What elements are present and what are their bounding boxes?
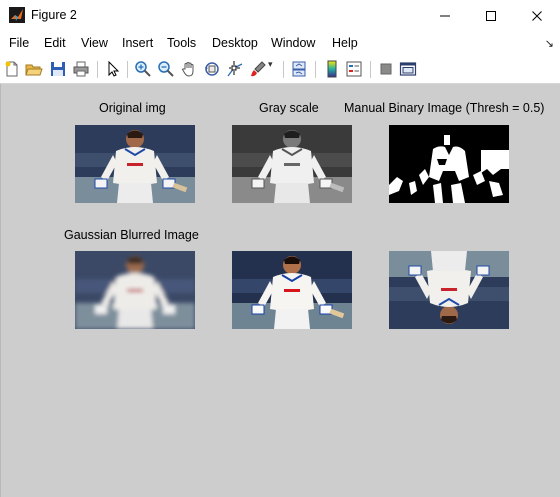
menu-bar: File Edit View Insert Tools Desktop Wind…: [0, 31, 560, 57]
new-figure-icon[interactable]: [3, 60, 21, 78]
figure-canvas: Original img Gray scale Manual Binary Im…: [0, 84, 560, 497]
data-cursor-icon[interactable]: [226, 60, 244, 78]
minimize-button[interactable]: [422, 0, 468, 31]
insert-legend-icon[interactable]: [345, 60, 363, 78]
menu-desktop[interactable]: Desktop: [212, 36, 258, 50]
toolbar-separator: [315, 61, 316, 78]
subplot-title-binary: Manual Binary Image (Thresh = 0.5): [344, 101, 545, 115]
hide-plot-tools-icon[interactable]: [377, 60, 395, 78]
rotate-3d-icon[interactable]: [203, 60, 221, 78]
open-file-icon[interactable]: [25, 60, 43, 78]
save-icon[interactable]: [49, 60, 67, 78]
close-icon: [532, 10, 542, 21]
binary-image: [389, 125, 509, 203]
subplot-title-blurred: Gaussian Blurred Image: [64, 228, 199, 242]
sharpened-image: [232, 251, 352, 329]
menu-window[interactable]: Window: [271, 36, 315, 50]
blurred-image: [75, 251, 195, 329]
window-title: Figure 2: [31, 8, 77, 22]
menu-view[interactable]: View: [81, 36, 108, 50]
brush-icon[interactable]: [249, 60, 267, 78]
zoom-out-icon[interactable]: [157, 60, 175, 78]
toolbar-separator: [127, 61, 128, 78]
minimize-icon: [440, 15, 450, 16]
maximize-icon: [486, 10, 496, 21]
insert-colorbar-icon[interactable]: [323, 60, 341, 78]
toolbar-separator: [283, 61, 284, 78]
dock-arrow-icon[interactable]: ↘: [545, 37, 554, 50]
figure-toolbar: ▾: [0, 57, 560, 84]
grayscale-image: [232, 125, 352, 203]
original-image: [75, 125, 195, 203]
toolbar-separator: [97, 61, 98, 78]
menu-help[interactable]: Help: [332, 36, 358, 50]
subplot-title-original: Original img: [99, 101, 166, 115]
pan-hand-icon[interactable]: [180, 60, 198, 78]
title-bar: Figure 2: [0, 0, 560, 31]
edit-plot-arrow-icon[interactable]: [104, 60, 122, 78]
zoom-in-icon[interactable]: [134, 60, 152, 78]
show-plot-tools-icon[interactable]: [399, 60, 417, 78]
subplot-title-gray: Gray scale: [259, 101, 319, 115]
menu-file[interactable]: File: [9, 36, 29, 50]
matlab-app-icon: [9, 7, 25, 23]
menu-insert[interactable]: Insert: [122, 36, 153, 50]
maximize-button[interactable]: [468, 0, 514, 31]
brush-dropdown-icon[interactable]: ▾: [268, 59, 276, 77]
menu-edit[interactable]: Edit: [44, 36, 66, 50]
close-button[interactable]: [514, 0, 560, 31]
flipped-image: [389, 251, 509, 329]
toolbar-separator: [370, 61, 371, 78]
link-plot-icon[interactable]: [290, 60, 308, 78]
print-icon[interactable]: [72, 60, 90, 78]
menu-tools[interactable]: Tools: [167, 36, 196, 50]
